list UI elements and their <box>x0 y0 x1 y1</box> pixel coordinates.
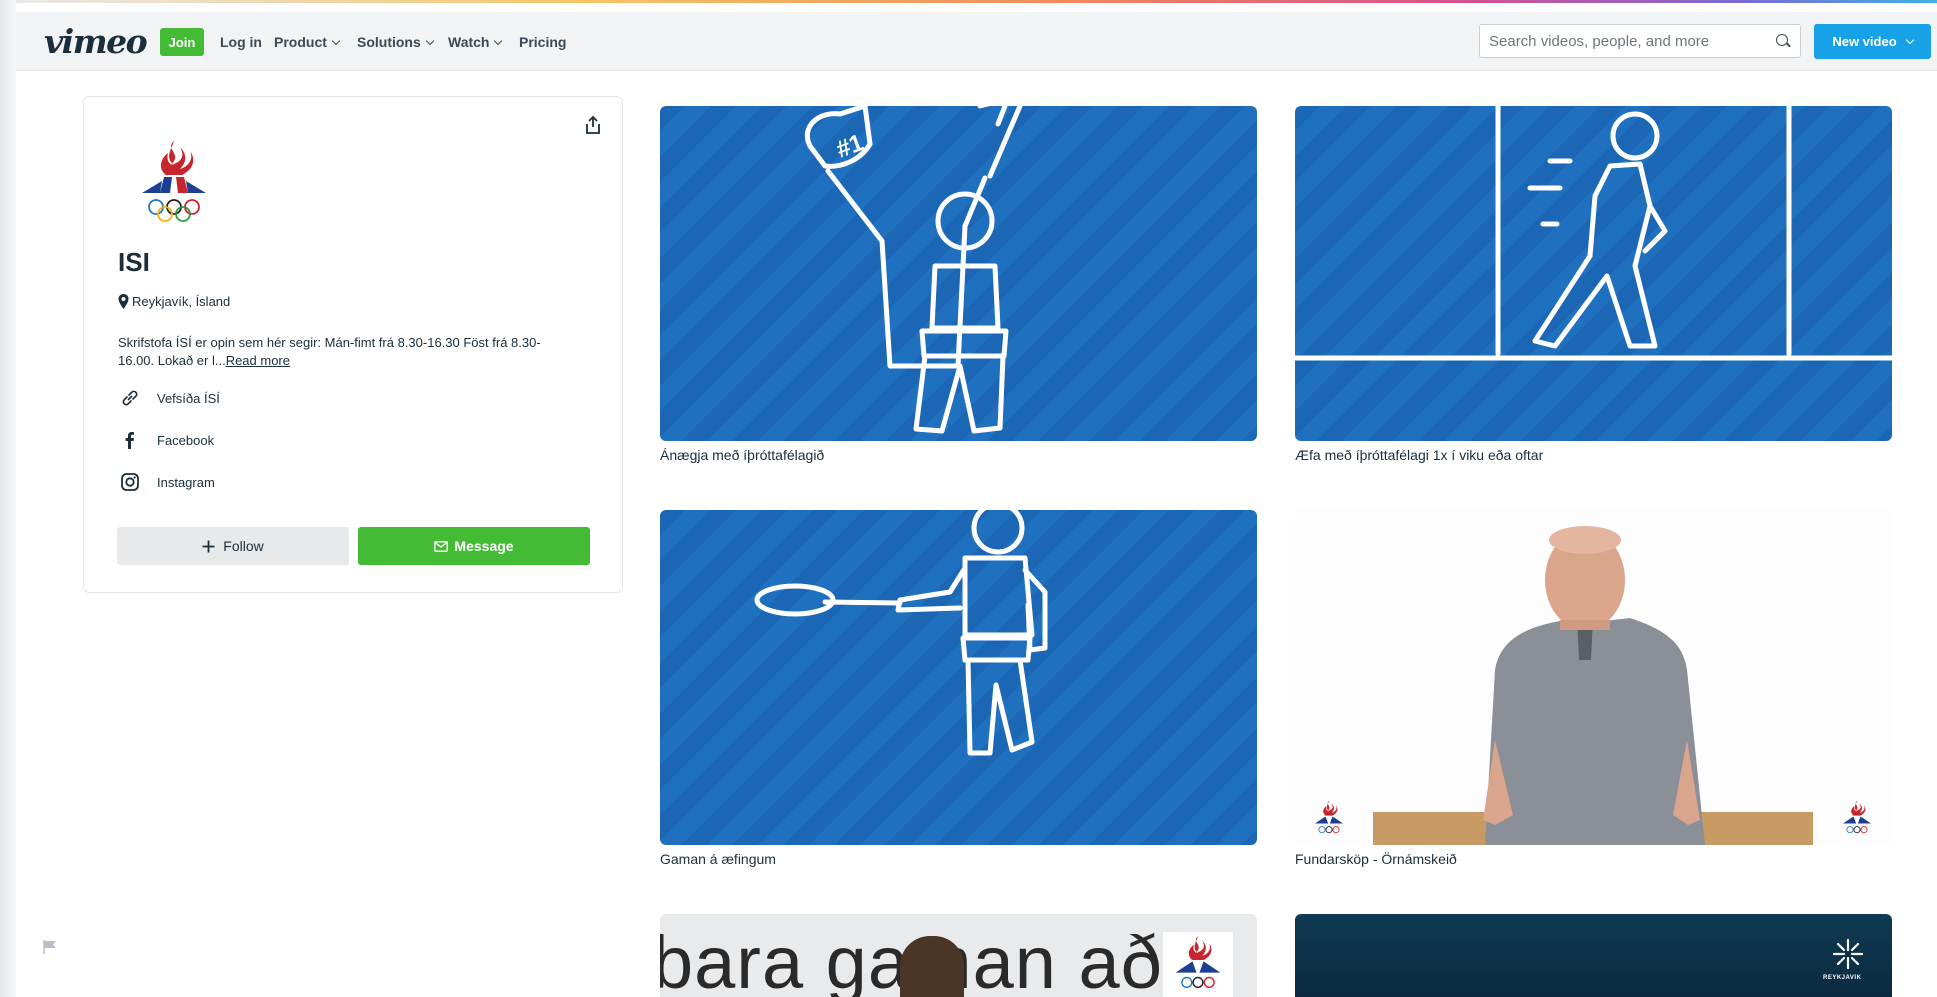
video-title[interactable]: Ánægja með íþróttafélagið <box>660 447 824 463</box>
glove-number: #1 <box>833 129 867 164</box>
follow-button[interactable]: Follow <box>117 527 349 565</box>
video-title[interactable]: Æfa með íþróttafélagi 1x í viku eða ofta… <box>1295 447 1543 463</box>
isi-logo <box>1175 936 1221 988</box>
chevron-down-icon <box>1905 35 1914 45</box>
chevron-down-icon <box>425 36 435 45</box>
profile-bio: Skrifstofa ÍSÍ er opin sem hér segir: Má… <box>118 335 541 368</box>
profile-location: Reykjavík, Ísland <box>118 294 230 309</box>
badminton-illustration <box>754 510 1048 756</box>
search-input[interactable] <box>1480 25 1760 57</box>
facebook-icon <box>125 432 134 449</box>
chevron-down-icon <box>331 36 341 45</box>
video-thumbnail[interactable] <box>660 510 1257 845</box>
profile-name: ISI <box>118 247 150 277</box>
fan-illustration: #1 <box>804 106 1023 434</box>
video-thumbnail[interactable]: #1 <box>660 106 1257 441</box>
runner-illustration <box>1295 106 1892 361</box>
profile-link-website[interactable]: Vefsíða ÍSÍ <box>118 388 220 408</box>
nav-solutions[interactable]: Solutions <box>357 34 435 50</box>
avatar <box>142 141 206 222</box>
video-thumbnail[interactable]: bara gaman að s <box>660 914 1257 997</box>
nav-watch[interactable]: Watch <box>448 34 503 50</box>
vimeo-logo[interactable]: vimeo <box>44 22 148 61</box>
nav-pricing[interactable]: Pricing <box>519 34 566 50</box>
left-edge <box>0 0 16 997</box>
isi-logo-watermark <box>1842 800 1872 834</box>
message-button[interactable]: Message <box>358 527 590 565</box>
isi-logo-box <box>1163 932 1233 997</box>
presenter-photo <box>1295 510 1892 845</box>
isi-logo-watermark <box>1314 800 1344 834</box>
video-thumbnail[interactable] <box>1295 106 1892 441</box>
share-icon[interactable] <box>584 115 602 135</box>
profile-link-facebook[interactable]: Facebook <box>118 430 214 450</box>
profile-link-instagram[interactable]: Instagram <box>118 472 215 492</box>
search-icon[interactable] <box>1776 34 1788 46</box>
video-thumbnail[interactable]: REYKJAVIK <box>1295 914 1892 997</box>
video-title[interactable]: Fundarsköp - Örnámskeið <box>1295 851 1457 867</box>
reykjavik-label: REYKJAVIK <box>1823 975 1862 981</box>
profile-card: ISI Reykjavík, Ísland Skrifstofa ÍSÍ er … <box>83 96 623 593</box>
instagram-icon <box>121 473 139 491</box>
plus-icon <box>202 540 215 552</box>
search-box <box>1479 24 1801 58</box>
report-flag-icon[interactable] <box>42 939 58 955</box>
join-button[interactable]: Join <box>160 28 204 56</box>
link-icon <box>122 390 138 406</box>
reykjavik-logo-icon <box>1832 938 1864 970</box>
envelope-icon <box>434 540 449 552</box>
top-accent-bar <box>0 0 1937 3</box>
read-more-link[interactable]: Read more <box>226 353 290 368</box>
nav-product[interactable]: Product <box>274 34 341 50</box>
chevron-down-icon <box>494 36 503 45</box>
new-video-button[interactable]: New video <box>1814 24 1931 59</box>
location-pin-icon <box>118 294 129 309</box>
video-title[interactable]: Gaman á æfingum <box>660 851 776 867</box>
top-nav: vimeo Join Log in Product Solutions Watc… <box>16 12 1937 71</box>
login-link[interactable]: Log in <box>220 34 262 50</box>
person-head <box>900 936 964 997</box>
video-thumbnail[interactable] <box>1295 510 1892 845</box>
